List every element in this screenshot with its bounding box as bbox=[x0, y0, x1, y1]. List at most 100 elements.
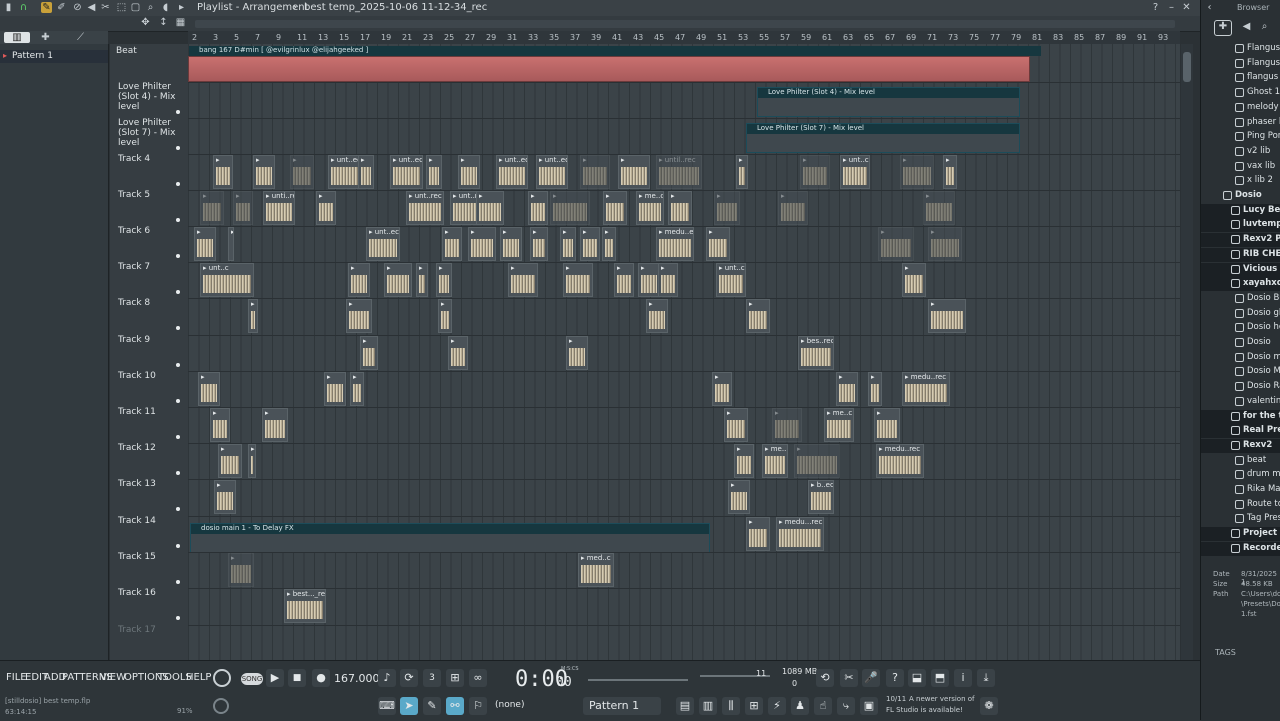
audio-clip[interactable]: ▸ bbox=[228, 227, 234, 261]
audio-clip[interactable]: ▸ bes..rec bbox=[798, 336, 834, 370]
browser-item[interactable]: Flangus R bbox=[1201, 42, 1280, 56]
mixer-icon[interactable]: ⫼ bbox=[722, 697, 740, 715]
audio-clip[interactable]: ▸ medu..rec bbox=[902, 372, 950, 406]
audio-clip[interactable]: ▸ bbox=[348, 263, 370, 297]
track-led-icon[interactable] bbox=[176, 471, 180, 475]
audio-clip[interactable]: ▸ bbox=[728, 480, 750, 514]
audio-clip[interactable]: ▸ bbox=[262, 408, 288, 442]
audio-clip[interactable]: ▸ medu...rec bbox=[776, 517, 824, 551]
menu-view[interactable]: VIEW bbox=[100, 672, 126, 683]
vertical-scrollbar[interactable] bbox=[1181, 44, 1193, 660]
audio-clip[interactable]: ▸ bbox=[712, 372, 732, 406]
close-icon[interactable]: ✕ bbox=[1181, 2, 1192, 13]
browser-item[interactable]: phaser l bbox=[1201, 116, 1280, 130]
audio-clip[interactable]: ▸ bbox=[316, 191, 336, 225]
audio-clip[interactable]: ▸ unt..ec bbox=[536, 155, 568, 189]
select-icon[interactable]: ⬚ bbox=[116, 2, 127, 13]
song-position-slider[interactable] bbox=[588, 679, 688, 681]
audio-clip[interactable]: ▸ bbox=[438, 299, 452, 333]
audio-clip[interactable]: ▸ bbox=[580, 155, 610, 189]
audio-clip[interactable]: ▸ unt..c bbox=[716, 263, 746, 297]
audio-clip[interactable]: ▸ bbox=[248, 444, 256, 478]
piano-roll-window-icon[interactable]: ▥ bbox=[699, 697, 717, 715]
track-header[interactable]: Track 13 bbox=[110, 479, 188, 515]
help-icon[interactable]: ? bbox=[886, 669, 904, 687]
track-header[interactable]: Track 4 bbox=[110, 154, 188, 190]
track-led-icon[interactable] bbox=[176, 182, 180, 186]
audio-clip[interactable]: ▸ bbox=[928, 227, 962, 261]
audio-clip[interactable]: ▸ bbox=[508, 263, 538, 297]
audio-clip[interactable]: ▸ bbox=[436, 263, 452, 297]
audio-clip[interactable]: ▸ bbox=[772, 408, 802, 442]
menu-file[interactable]: FILE bbox=[6, 672, 27, 683]
audio-clip[interactable]: ▸ bbox=[426, 155, 442, 189]
back-icon[interactable]: ‹ bbox=[1204, 2, 1215, 13]
horizontal-scrollbar[interactable] bbox=[195, 20, 1175, 28]
audio-clip[interactable]: ▸ bbox=[530, 227, 548, 261]
audio-clip[interactable]: ▸ bbox=[500, 227, 522, 261]
audio-clip[interactable]: ▸ bbox=[458, 155, 480, 189]
wait-input-icon[interactable]: ⟳ bbox=[400, 669, 418, 687]
audio-clip[interactable]: ▸ bbox=[706, 227, 730, 261]
browser-item[interactable]: drum mix bbox=[1201, 468, 1280, 482]
browser-item[interactable]: Dosio he bbox=[1201, 321, 1280, 335]
audio-clip[interactable]: ▸ bbox=[614, 263, 634, 297]
pattern-selector[interactable]: Pattern 1 bbox=[583, 697, 661, 715]
browser-item[interactable]: x lib 2 bbox=[1201, 174, 1280, 188]
audio-clip[interactable]: ▸ unt..ec bbox=[496, 155, 528, 189]
audio-clip[interactable]: ▸ me..c bbox=[824, 408, 854, 442]
track-header[interactable]: Love Philter (Slot 4) - Mix level bbox=[110, 82, 188, 118]
audio-clip[interactable]: ▸ bbox=[714, 191, 740, 225]
video-icon[interactable]: ▣ bbox=[860, 697, 878, 715]
browser-item[interactable]: Flangus bbox=[1201, 57, 1280, 71]
track-header[interactable]: Love Philter (Slot 7) - Mix level bbox=[110, 118, 188, 154]
audio-clip[interactable]: ▸ bbox=[448, 336, 468, 370]
stamp-icon[interactable]: ⚐ bbox=[469, 697, 487, 715]
audio-clip[interactable]: ▸ bbox=[800, 155, 830, 189]
audio-clip[interactable]: ▸ bbox=[210, 408, 230, 442]
track-header[interactable]: Track 9 bbox=[110, 335, 188, 371]
metronome-icon[interactable]: ♪ bbox=[378, 669, 396, 687]
audio-clip[interactable]: ▸ bbox=[746, 299, 770, 333]
audio-clip[interactable]: ▸ medu..ec bbox=[656, 227, 694, 261]
track-led-icon[interactable] bbox=[176, 399, 180, 403]
audio-clip[interactable]: ▸ bbox=[943, 155, 957, 189]
playlist-grid[interactable]: bang 167 D#min [ @evilgrinlux @elijahgee… bbox=[188, 44, 1180, 660]
browser-item[interactable]: Rexv2 bbox=[1201, 438, 1280, 453]
stop-icon[interactable]: ■ bbox=[288, 669, 306, 687]
track-led-icon[interactable] bbox=[176, 544, 180, 548]
audio-clip[interactable]: ▸ bbox=[566, 336, 588, 370]
browser-item[interactable]: for the te bbox=[1201, 409, 1280, 424]
audio-clip[interactable]: ▸ bbox=[794, 444, 840, 478]
audio-clip[interactable]: ▸ bbox=[218, 444, 242, 478]
audio-clip[interactable]: ▸ bbox=[900, 155, 934, 189]
track-header[interactable]: Track 6 bbox=[110, 226, 188, 262]
audio-clip[interactable]: ▸ bbox=[476, 191, 504, 225]
plugin-icon[interactable]: ⚡ bbox=[768, 697, 786, 715]
audio-clip[interactable]: ▸ bbox=[214, 480, 236, 514]
audio-clip[interactable]: ▸ bbox=[360, 336, 378, 370]
browser-options-icon[interactable]: ✚ bbox=[1214, 20, 1232, 36]
magnet-icon[interactable]: ∩ bbox=[18, 2, 29, 13]
browser-item[interactable]: Dosio bbox=[1201, 336, 1280, 350]
snap-arrow-icon[interactable]: ➤ bbox=[400, 697, 418, 715]
browser-item[interactable]: xayahxo bbox=[1201, 277, 1280, 292]
browser-item[interactable]: Dosio Ra bbox=[1201, 380, 1280, 394]
audio-clip[interactable]: ▸ unti..rec bbox=[263, 191, 295, 225]
audio-clip[interactable]: ▸ bbox=[384, 263, 412, 297]
countdown-icon[interactable]: 3 bbox=[423, 669, 441, 687]
audio-clip[interactable]: ▸ unt..c bbox=[840, 155, 870, 189]
browser-item[interactable]: Real Prese bbox=[1201, 424, 1280, 439]
audio-clip[interactable]: ▸ until..rec bbox=[656, 155, 702, 189]
track-header[interactable]: Track 17 bbox=[110, 625, 188, 655]
audio-clip[interactable]: ▸ bbox=[734, 444, 754, 478]
automation-clip-delay[interactable]: dosio main 1 - To Delay FX bbox=[190, 523, 710, 553]
audio-clip[interactable]: ▸ medu..rec bbox=[876, 444, 924, 478]
select-box-icon[interactable]: ▢ bbox=[130, 2, 141, 13]
browser-item[interactable]: luvtemp bbox=[1201, 218, 1280, 233]
browser-item[interactable]: beat bbox=[1201, 454, 1280, 468]
play-icon[interactable]: ▶ bbox=[266, 669, 284, 687]
audio-clip[interactable]: ▸ bbox=[198, 372, 220, 406]
track-header[interactable]: Track 5 bbox=[110, 190, 188, 226]
browser-back-icon[interactable]: ◀ bbox=[1241, 21, 1252, 32]
